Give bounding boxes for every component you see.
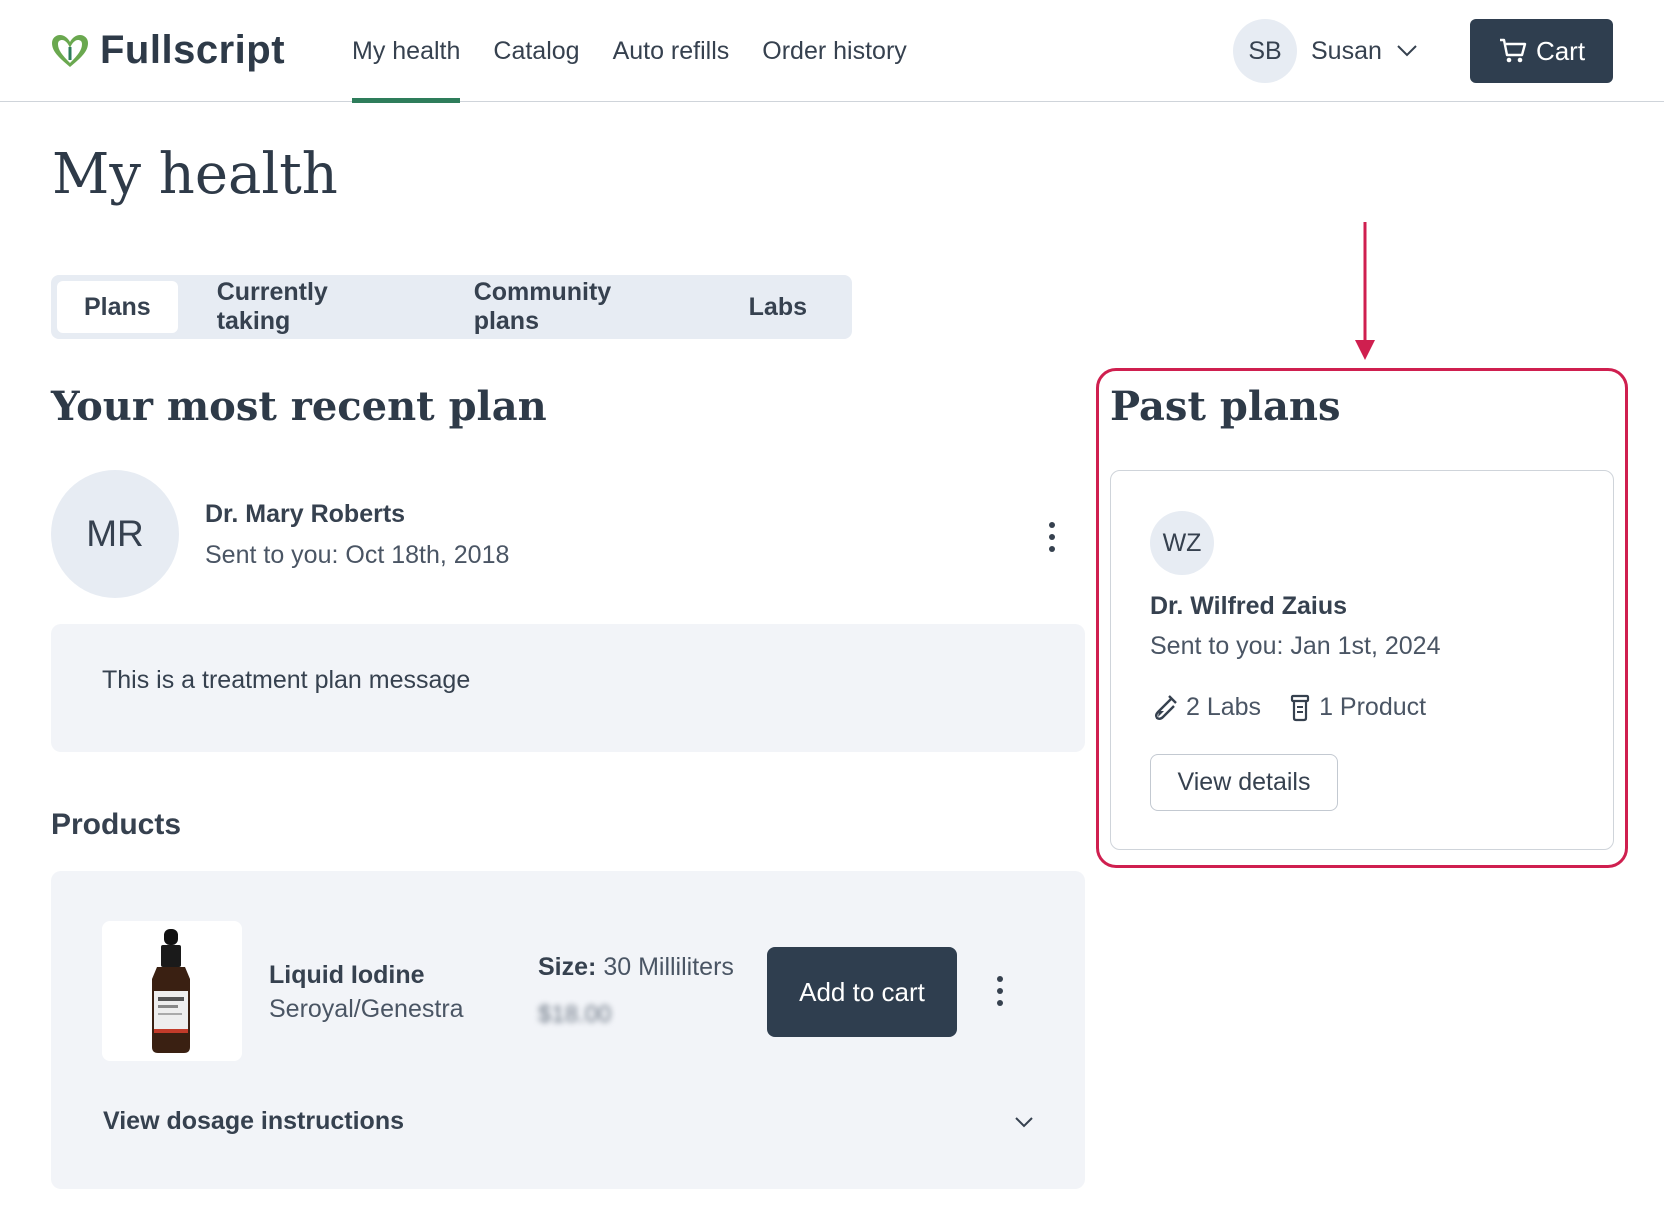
chevron-down-icon[interactable] — [1009, 1107, 1039, 1137]
past-plans-heading: Past plans — [1110, 383, 1341, 430]
product-name[interactable]: Liquid Iodine — [269, 961, 425, 990]
product-size-label: Size: — [538, 953, 597, 981]
tab-community-plans[interactable]: Community plans — [447, 278, 710, 335]
past-doctor-name: Dr. Wilfred Zaius — [1150, 592, 1348, 620]
product-options-button[interactable] — [990, 976, 1010, 1006]
health-tabs: Plans Currently taking Community plans L… — [51, 275, 852, 339]
product-image[interactable] — [102, 921, 242, 1061]
user-avatar: SB — [1233, 19, 1297, 83]
past-doctor-avatar: WZ — [1150, 511, 1214, 575]
main-nav: My health Catalog Auto refills Order his… — [352, 0, 940, 103]
test-tube-icon — [1155, 694, 1177, 720]
plan-options-button[interactable] — [1042, 522, 1062, 552]
fullscript-logo[interactable]: Fullscript — [50, 28, 285, 73]
cart-label: Cart — [1535, 35, 1586, 66]
product-price-blurred: $18.00 — [538, 1001, 612, 1028]
doctor-avatar: MR — [51, 470, 179, 598]
nav-order-history[interactable]: Order history — [762, 0, 906, 102]
labs-count: 2 Labs — [1150, 693, 1261, 722]
past-plan-sent-date: Sent to you: Jan 1st, 2024 — [1150, 632, 1441, 660]
nav-auto-refills[interactable]: Auto refills — [613, 0, 730, 102]
cart-icon — [1499, 38, 1527, 63]
product-brand: Seroyal/Genestra — [269, 995, 464, 1023]
plan-sent-date: Sent to you: Oct 18th, 2018 — [205, 541, 510, 569]
user-name: Susan — [1311, 36, 1382, 65]
top-nav-bar: Fullscript My health Catalog Auto refill… — [0, 0, 1664, 103]
view-details-button[interactable]: View details — [1150, 754, 1338, 811]
cart-button[interactable]: Cart — [1470, 19, 1613, 83]
product-size: Size: 30 Milliliters — [538, 953, 734, 982]
user-menu[interactable]: SB Susan — [1233, 19, 1418, 83]
doctor-name: Dr. Mary Roberts — [205, 500, 406, 528]
products-count: 1 Product — [1289, 693, 1426, 722]
annotation-arrow-icon — [1355, 222, 1375, 360]
tab-labs[interactable]: Labs — [722, 281, 834, 333]
tab-currently-taking[interactable]: Currently taking — [190, 278, 435, 335]
plan-message-box: This is a treatment plan message — [51, 624, 1085, 752]
nav-catalog[interactable]: Catalog — [493, 0, 579, 102]
product-card: Liquid Iodine Seroyal/Genestra Size: 30 … — [51, 871, 1085, 1189]
dosage-instructions-toggle[interactable]: View dosage instructions — [103, 1107, 404, 1136]
product-size-value: 30 Milliliters — [603, 953, 734, 981]
more-vertical-icon — [1049, 522, 1055, 528]
tab-plans[interactable]: Plans — [57, 281, 178, 333]
bottle-icon — [1290, 694, 1310, 721]
dropper-bottle-image — [152, 929, 190, 1053]
add-to-cart-button[interactable]: Add to cart — [767, 947, 957, 1037]
products-heading: Products — [51, 808, 182, 841]
products-count-label: 1 Product — [1319, 693, 1427, 721]
labs-count-label: 2 Labs — [1186, 693, 1262, 721]
past-plan-card: WZ Dr. Wilfred Zaius Sent to you: Jan 1s… — [1110, 470, 1614, 850]
logo-text: Fullscript — [100, 28, 286, 72]
nav-my-health[interactable]: My health — [352, 0, 461, 103]
more-vertical-icon — [997, 976, 1003, 982]
plan-message: This is a treatment plan message — [102, 666, 471, 694]
past-plan-meta: 2 Labs 1 Product — [1150, 693, 1454, 722]
chevron-down-icon — [1397, 45, 1417, 57]
page-title: My health — [52, 142, 338, 207]
recent-plan-heading: Your most recent plan — [51, 383, 547, 430]
leaf-heart-icon — [52, 34, 88, 67]
